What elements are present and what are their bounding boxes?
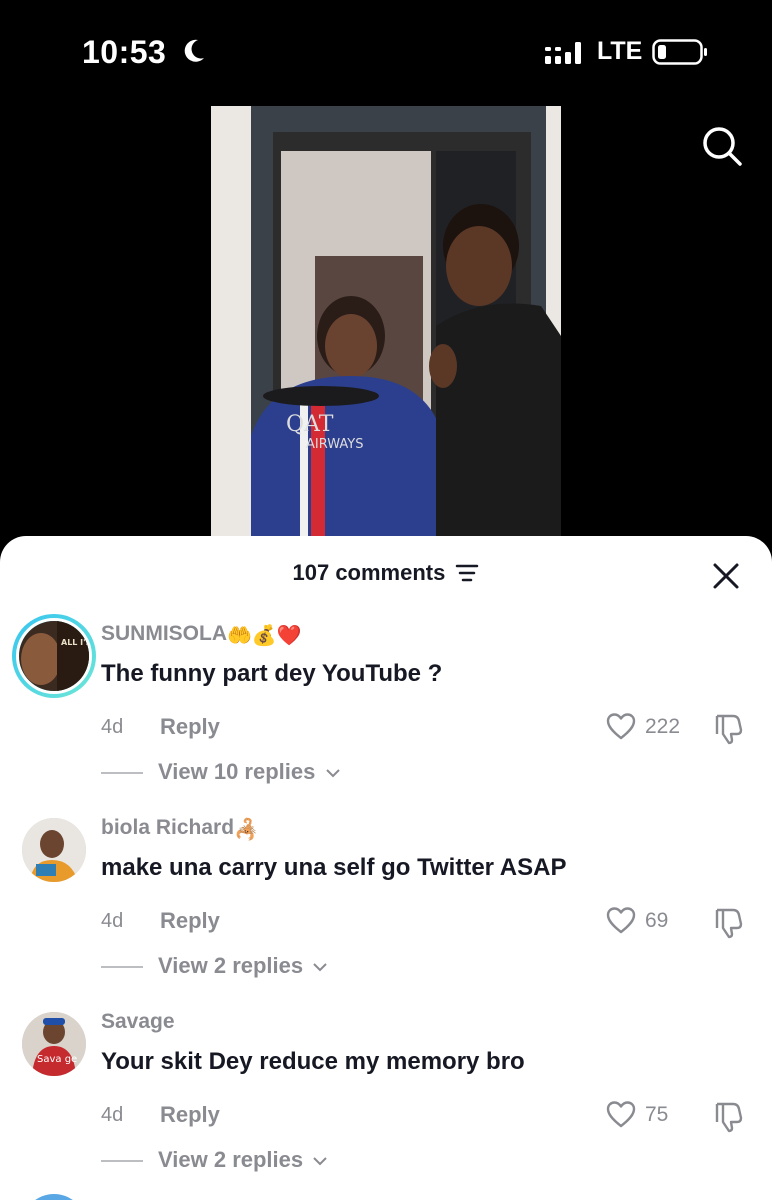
battery-icon (652, 39, 707, 65)
reply-button[interactable]: Reply (160, 908, 220, 934)
filter-icon[interactable] (455, 563, 479, 583)
avatar[interactable]: ALL I'M SAYIN' (12, 614, 96, 698)
username-text: SUNMISOLA (101, 622, 227, 645)
username-emoji: 🤲💰❤️ (227, 625, 302, 647)
heart-icon[interactable] (606, 906, 636, 936)
reply-button[interactable]: Reply (160, 714, 220, 740)
status-bar: 10:53 LTE (0, 0, 772, 100)
comments-header: 107 comments (0, 536, 772, 610)
search-icon[interactable] (700, 124, 744, 168)
view-replies-label: View 2 replies (158, 953, 304, 978)
reply-button[interactable]: Reply (160, 1102, 220, 1128)
view-replies-button[interactable]: View 2 replies (158, 953, 327, 979)
view-replies-button[interactable]: View 2 replies (158, 1147, 327, 1173)
comment-text: The funny part dey YouTube ? (101, 660, 443, 687)
status-time: 10:53 (82, 34, 167, 70)
comments-count: 107 comments (292, 560, 446, 585)
username-emoji: 🦂 (234, 819, 259, 841)
comment-age: 4d (101, 910, 124, 932)
avatar-image: Sava ge (22, 1012, 86, 1076)
comment-username[interactable]: SUNMISOLA🤲💰❤️ (101, 622, 302, 648)
like-count: 69 (645, 909, 669, 932)
view-replies-button[interactable]: View 10 replies (158, 759, 340, 785)
replies-divider (101, 966, 143, 968)
comment-age: 4d (101, 716, 124, 738)
chevron-down-icon (313, 963, 327, 972)
avatar-image (22, 818, 86, 882)
moon-icon (184, 39, 204, 62)
close-icon[interactable] (708, 558, 744, 594)
avatar-caption: ALL I'M SAYIN' (61, 638, 89, 647)
dislike-icon[interactable] (711, 906, 745, 940)
heart-icon[interactable] (606, 712, 636, 742)
comments-sheet: 107 comments ALL I'M SAYIN' (0, 536, 772, 1200)
comments-title[interactable]: 107 comments (0, 560, 772, 586)
like-count: 75 (645, 1103, 669, 1126)
chevron-down-icon (313, 1157, 327, 1166)
svg-text:QAT: QAT (286, 412, 334, 437)
view-replies-label: View 10 replies (158, 759, 316, 784)
username-text: Savage (101, 1010, 175, 1033)
replies-divider (101, 772, 143, 774)
comment-text: Your skit Dey reduce my memory bro (101, 1048, 525, 1075)
dislike-icon[interactable] (711, 1100, 745, 1134)
comment-item: ALL I'M SAYIN' SUNMISOLA🤲💰❤️ The funny p… (0, 614, 772, 818)
comment-age: 4d (101, 1104, 124, 1126)
replies-divider (101, 1160, 143, 1162)
username-text: biola Richard (101, 816, 235, 839)
signal-icon (545, 42, 581, 64)
comment-username[interactable]: biola Richard🦂 (101, 816, 259, 842)
chevron-down-icon (325, 769, 340, 778)
avatar[interactable] (22, 818, 86, 882)
video-frame-image: QAT AIRWAYS (211, 106, 561, 546)
video-player[interactable]: QAT AIRWAYS (211, 106, 561, 546)
view-replies-label: View 2 replies (158, 1147, 304, 1172)
svg-text:AIRWAYS: AIRWAYS (306, 437, 363, 452)
comment-text: make una carry una self go Twitter ASAP (101, 854, 567, 881)
like-count: 222 (645, 715, 681, 738)
network-label: LTE (597, 37, 643, 65)
dislike-icon[interactable] (711, 712, 745, 746)
comment-item: Sava ge Savage Your skit Dey reduce my m… (0, 1010, 772, 1200)
avatar-caption: Sava ge (37, 1054, 77, 1065)
avatar[interactable]: Sava ge (22, 1012, 86, 1076)
comment-item: biola Richard🦂 make una carry una self g… (0, 816, 772, 1012)
comment-username[interactable]: Savage (101, 1010, 175, 1034)
heart-icon[interactable] (606, 1100, 636, 1130)
avatar-image: ALL I'M SAYIN' (19, 621, 89, 691)
